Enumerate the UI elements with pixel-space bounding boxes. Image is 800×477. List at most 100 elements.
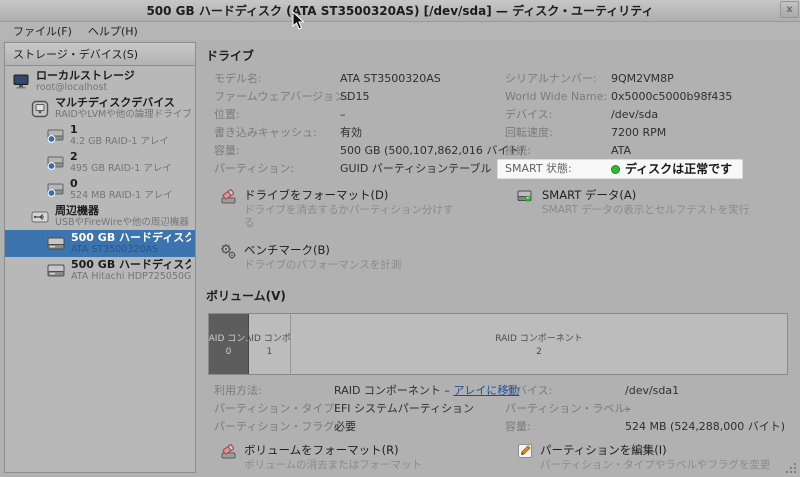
harddisk-icon — [47, 264, 65, 277]
field-label: デバイス: — [505, 108, 553, 121]
volume-section-title: ボリューム(V) — [206, 289, 286, 303]
volume-segment-raid-1[interactable]: RAID コンポ… 1 — [249, 314, 291, 374]
smart-data-button[interactable]: SMART データ(A) SMART データの表示とセルフテストを実行 — [517, 188, 800, 217]
field-label: パーティション: — [214, 162, 295, 175]
smart-status-label: SMART 状態: — [505, 162, 572, 175]
field-label: モデル名: — [214, 72, 262, 85]
sidebar-storage-devices: ストレージ・デバイス(S) ローカルストレージ root@localhost マ… — [4, 42, 196, 473]
action-desc: SMART データの表示とセルフテストを実行 — [542, 204, 750, 216]
smart-data-icon — [517, 190, 532, 203]
edit-pencil-icon — [518, 444, 532, 458]
sidebar-item-harddisk-500gb-hitachi[interactable]: 500 GB ハードディスク ATA Hitachi HDP725050GLA3… — [5, 257, 195, 284]
sidebar-item-raid-array-2[interactable]: 2 495 GB RAID-1 アレイ — [5, 149, 195, 176]
status-ok-dot — [611, 165, 620, 174]
field-label: 利用方法: — [214, 384, 262, 397]
sidebar-item-subtitle: ATA Hitachi HDP725050GLA360 — [71, 270, 191, 282]
benchmark-button[interactable]: ベンチマーク(B) ドライブのパフォーマンスを計測 — [220, 243, 505, 272]
edit-partition-button[interactable]: パーティションを編集(I) パーティション・タイプやラベルやフラグを変更 — [517, 443, 800, 472]
segment-number: 0 — [225, 347, 232, 357]
sidebar-item-peripherals[interactable]: 周辺機器 USBやFireWireや他の周辺機器 — [5, 203, 195, 230]
field-label: 書き込みキャッシュ: — [214, 126, 317, 139]
field-value: 0x5000c5000b98f435 — [611, 90, 733, 103]
raid-array-icon — [47, 183, 64, 197]
volume-actions: ボリュームをフォーマット(R) ボリュームの消去またはフォーマット ✕ パーティ… — [200, 443, 800, 477]
segment-number: 1 — [266, 347, 273, 357]
action-label: パーティションを編集(I) — [540, 443, 667, 457]
volume-segment-raid-2[interactable]: RAID コンポーネント 2 — [291, 314, 787, 374]
sidebar-item-multidisk-devices[interactable]: マルチディスクデバイス RAIDやLVMや他の論理ドライブ — [5, 95, 195, 122]
field-label: 接続: — [505, 144, 531, 157]
menu-file[interactable]: ファイル(F) — [6, 22, 79, 40]
action-label: ドライブをフォーマット(D) — [244, 188, 389, 202]
field-label: パーティション・ラベル: — [505, 402, 630, 415]
segment-label: RAID コン… — [209, 334, 248, 344]
field-label: World Wide Name: — [505, 90, 608, 103]
field-label: 回転速度: — [505, 126, 553, 139]
field-label: 容量: — [505, 420, 531, 433]
field-value: SD15 — [340, 90, 370, 103]
menu-help[interactable]: ヘルプ(H) — [81, 22, 145, 40]
volume-segment-raid-0[interactable]: RAID コン… 0 — [209, 314, 249, 374]
field-value: 500 GB (500,107,862,016 バイト) — [340, 144, 524, 157]
field-value: 有効 — [340, 126, 362, 139]
resize-grip[interactable] — [786, 463, 797, 474]
format-eraser-icon — [221, 444, 236, 459]
usb-icon — [31, 211, 49, 222]
multidisk-icon — [31, 100, 49, 117]
format-eraser-icon — [221, 189, 236, 204]
field-label: 容量: — [214, 144, 240, 157]
action-label: ベンチマーク(B) — [244, 243, 330, 257]
close-button[interactable]: x — [780, 1, 799, 18]
segment-label: RAID コンポ… — [249, 334, 291, 344]
volume-details: 利用方法: RAID コンポーネント – アレイに移動 パーティション・タイプ:… — [200, 382, 800, 436]
sidebar-item-subtitle: RAIDやLVMや他の論理ドライブ — [55, 108, 191, 120]
sidebar-item-raid-array-1[interactable]: 1 4.2 GB RAID-1 アレイ — [5, 122, 195, 149]
sidebar-item-subtitle: 524 MB RAID-1 アレイ — [70, 189, 173, 201]
field-value: 524 MB (524,288,000 バイト) — [625, 420, 786, 433]
field-label: デバイス: — [505, 384, 553, 397]
sidebar-item-harddisk-500gb-seagate[interactable]: 500 GB ハードディスク ATA ST3500320AS — [5, 230, 195, 257]
sidebar-item-title: 0 — [70, 177, 78, 190]
sidebar-item-title: 1 — [70, 123, 78, 136]
sidebar-item-subtitle: ATA ST3500320AS — [71, 243, 159, 255]
sidebar-item-subtitle: 4.2 GB RAID-1 アレイ — [70, 135, 169, 147]
smart-status-highlight: SMART 状態: ディスクは正常です — [498, 160, 743, 178]
field-value: 9QM2VM8P — [611, 72, 674, 85]
field-value: EFI システムパーティション — [334, 402, 475, 415]
drive-details: モデル名: ATA ST3500320AS ファームウェアバージョン: SD15 位… — [200, 70, 800, 178]
sidebar-item-title: 500 GB ハードディスク — [71, 258, 191, 271]
field-label: ファームウェアバージョン: — [214, 90, 349, 103]
action-desc: ドライブのパフォーマンスを計測 — [244, 259, 402, 271]
field-value: ATA — [611, 144, 632, 157]
titlebar: 500 GB ハードディスク (ATA ST3500320AS) [/dev/s… — [0, 0, 800, 22]
sidebar-item-subtitle: root@localhost — [36, 81, 108, 93]
field-value: /dev/sda1 — [625, 384, 680, 397]
computer-icon — [13, 74, 29, 89]
raid-array-icon — [47, 156, 64, 170]
volume-bar: RAID コン… 0 RAID コンポ… 1 RAID コンポーネント 2 — [208, 313, 788, 375]
format-volume-button[interactable]: ボリュームをフォーマット(R) ボリュームの消去またはフォーマット — [220, 443, 505, 472]
field-value: ATA ST3500320AS — [340, 72, 441, 85]
field-label: パーティション・タイプ: — [214, 402, 339, 415]
segment-number: 2 — [536, 347, 542, 357]
field-value: RAID コンポーネント – アレイに移動 — [334, 384, 520, 397]
menubar: ファイル(F) ヘルプ(H) — [0, 22, 800, 40]
format-drive-button[interactable]: ドライブをフォーマット(D) ドライブを消去するかパーティション分けする — [220, 188, 505, 230]
action-label: ボリュームをフォーマット(R) — [244, 443, 399, 457]
sidebar-item-raid-array-0[interactable]: 0 524 MB RAID-1 アレイ — [5, 176, 195, 203]
field-value: 必要 — [334, 420, 356, 433]
drive-section-title: ドライブ — [206, 49, 255, 63]
main-panel: ドライブ モデル名: ATA ST3500320AS ファームウェアバージョン: S… — [200, 40, 800, 477]
window-title: 500 GB ハードディスク (ATA ST3500320AS) [/dev/s… — [146, 4, 654, 18]
sidebar-item-local-storage[interactable]: ローカルストレージ root@localhost — [5, 68, 195, 95]
sidebar-item-title: 2 — [70, 150, 78, 163]
drive-actions: ドライブをフォーマット(D) ドライブを消去するかパーティション分けする ベンチ… — [200, 188, 800, 272]
field-value: – — [625, 402, 631, 415]
action-desc: ボリュームの消去またはフォーマット — [244, 459, 423, 471]
sidebar-item-title: 周辺機器 — [55, 204, 99, 217]
sidebar-item-title: マルチディスクデバイス — [55, 96, 175, 109]
sidebar-item-title: ローカルストレージ — [36, 69, 135, 82]
field-value: /dev/sda — [611, 108, 659, 121]
raid-array-icon — [47, 129, 64, 143]
sidebar-list: ローカルストレージ root@localhost マルチディスクデバイス RAI… — [5, 66, 195, 472]
